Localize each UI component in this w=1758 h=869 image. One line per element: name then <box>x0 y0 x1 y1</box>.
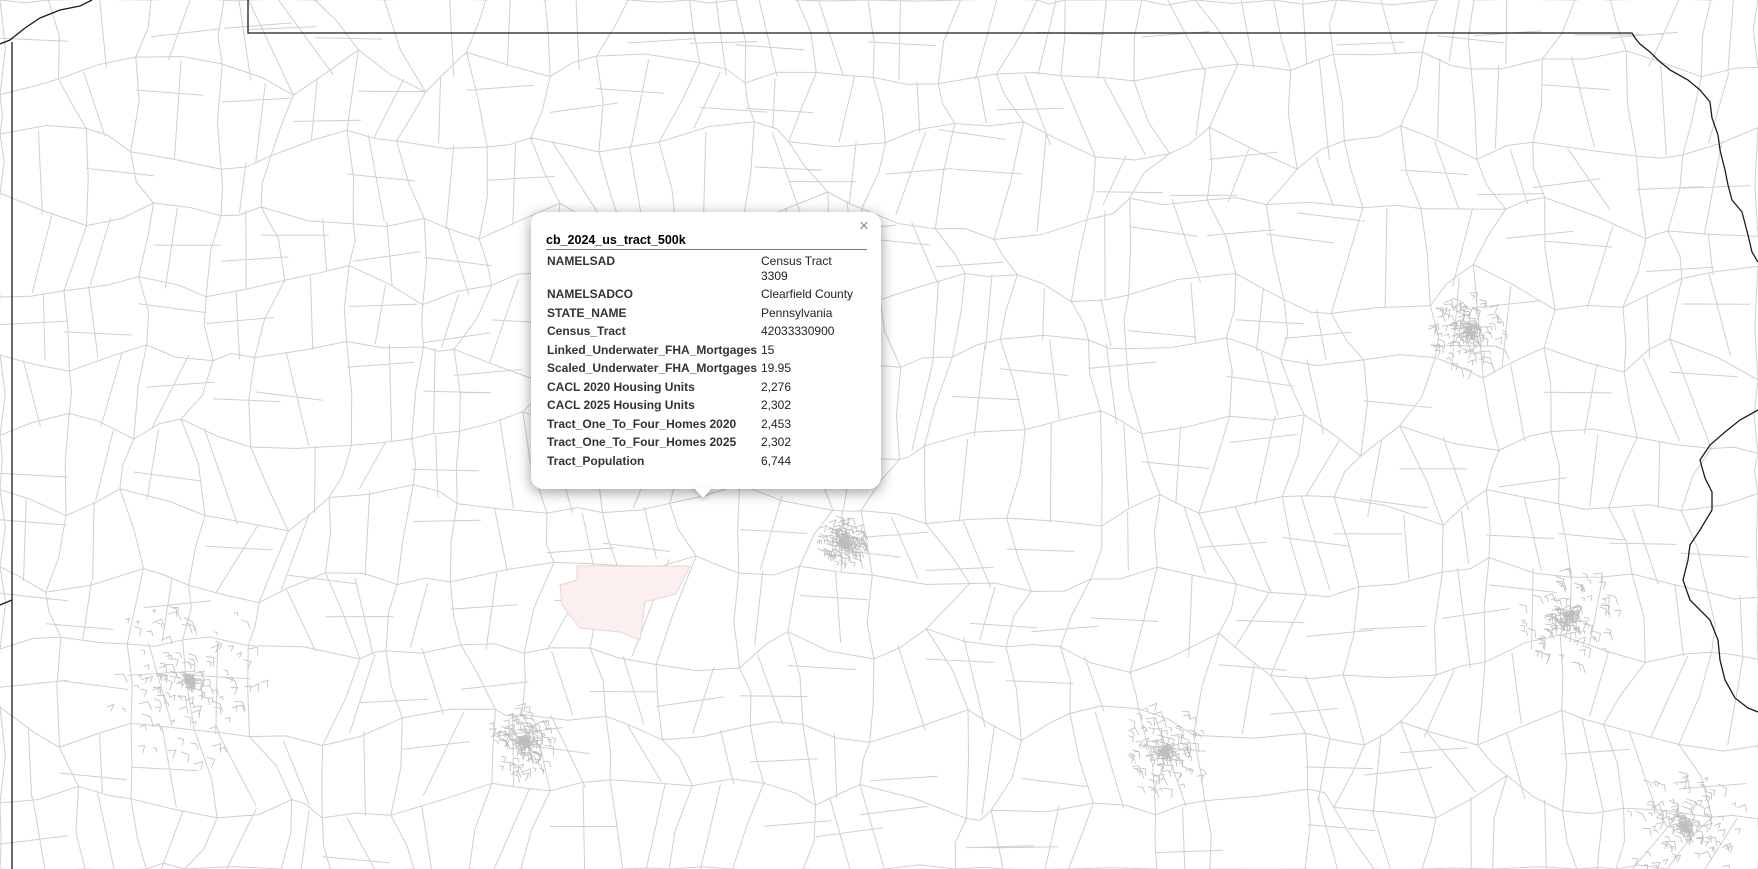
attribute-key: Census_Tract <box>547 324 626 338</box>
attribute-key: NAMELSADCO <box>547 287 633 301</box>
close-popup-button[interactable]: × <box>855 217 873 235</box>
attribute-key: NAMELSAD <box>547 254 615 268</box>
popup-title: cb_2024_us_tract_500k <box>546 233 867 250</box>
attribute-value: Pennsylvania <box>761 305 833 320</box>
urban-tract-clusters <box>106 292 1747 869</box>
attribute-key: STATE_NAME <box>547 305 627 320</box>
popup-tip <box>693 487 713 498</box>
attribute-key: CACL 2020 Housing Units <box>547 379 695 394</box>
attribute-row: CACL 2025 Housing Units 2,302 <box>546 396 862 415</box>
attribute-row: Census_Tract 42033330900 <box>546 322 862 341</box>
selected-tract-highlight <box>559 565 691 641</box>
attribute-value: 6,744 <box>761 453 792 468</box>
attribute-value: 2,302 <box>761 435 792 449</box>
attribute-row: NAMELSADCO Clearfield County <box>546 285 862 304</box>
attribute-row: Linked_Underwater_FHA_Mortgages 15 <box>546 341 862 360</box>
attribute-row: Tract_Population 6,744 <box>546 452 862 471</box>
attribute-value: 2,453 <box>761 416 792 431</box>
attribute-value: 42033330900 <box>761 324 835 338</box>
attribute-value: 2,302 <box>761 398 792 412</box>
attribute-key: Linked_Underwater_FHA_Mortgages <box>547 342 758 357</box>
attribute-value: Census Tract 3309 <box>761 254 832 283</box>
attribute-value: 15 <box>761 342 775 357</box>
attribute-key: Tract_One_To_Four_Homes 2025 <box>547 435 737 449</box>
attribute-key: CACL 2025 Housing Units <box>547 398 695 412</box>
attribute-key: Tract_Population <box>547 453 645 468</box>
attribute-value: Clearfield County <box>761 287 854 301</box>
feature-info-popup: × cb_2024_us_tract_500k NAMELSAD Census T… <box>531 212 881 489</box>
attribute-row: Tract_One_To_Four_Homes 2020 2,453 <box>546 415 862 434</box>
attribute-key: Scaled_Underwater_FHA_Mortgages <box>547 361 758 375</box>
urban-cluster <box>1519 567 1622 673</box>
attribute-row: NAMELSAD Census Tract 3309 <box>546 252 862 285</box>
attribute-value: 19.95 <box>761 361 792 375</box>
attribute-value: 2,276 <box>761 379 792 394</box>
attribute-key: Tract_One_To_Four_Homes 2020 <box>547 416 737 431</box>
attribute-row: CACL 2020 Housing Units 2,276 <box>546 378 862 397</box>
attribute-row: STATE_NAME Pennsylvania <box>546 304 862 323</box>
attribute-row: Tract_One_To_Four_Homes 2025 2,302 <box>546 433 862 452</box>
attribute-table: NAMELSAD Census Tract 3309 NAMELSADCO Clear… <box>546 252 862 470</box>
attribute-row: Scaled_Underwater_FHA_Mortgages 19.95 <box>546 359 862 378</box>
